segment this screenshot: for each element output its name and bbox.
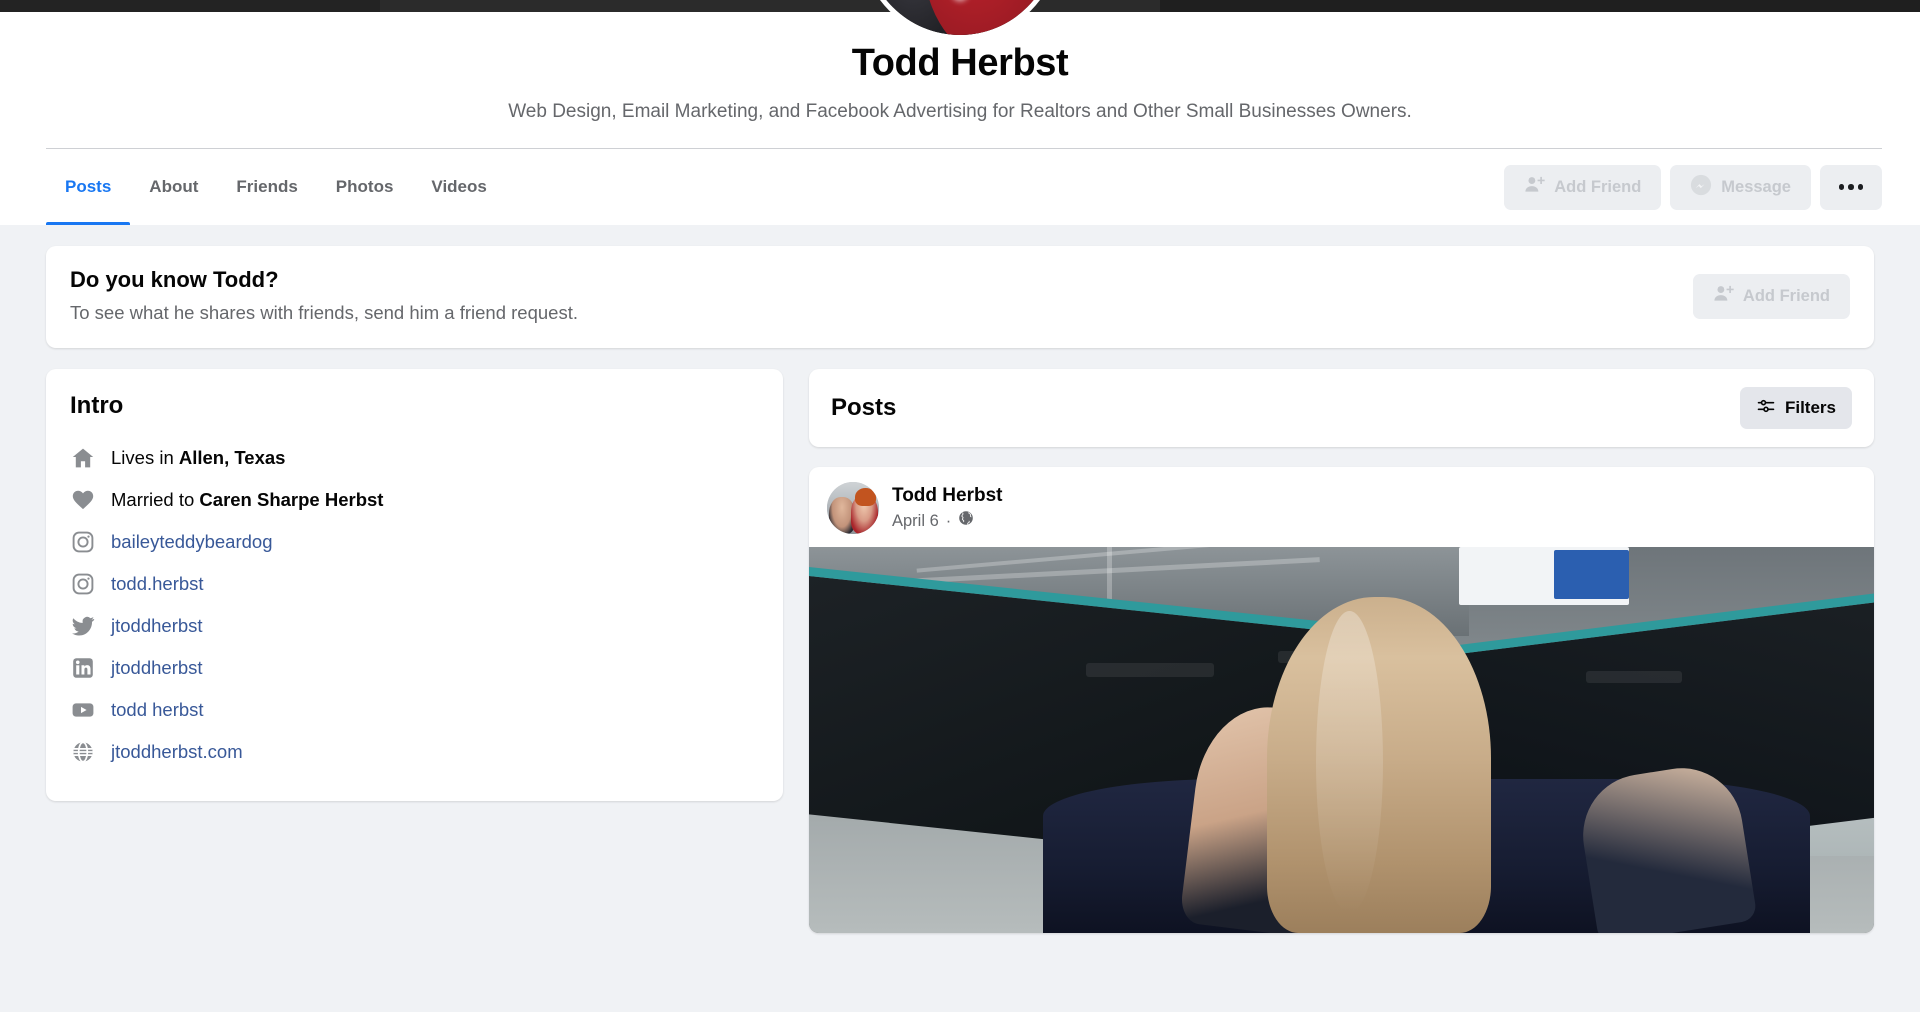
profile-photo[interactable] (860, 0, 1060, 40)
instagram-icon (70, 529, 96, 555)
intro-item-youtube: todd herbst (70, 689, 759, 731)
post-image-cap-detail (1085, 662, 1214, 677)
intro-link-website[interactable]: jtoddherbst.com (111, 739, 243, 765)
intro-item-text: Lives in Allen, Texas (111, 445, 285, 471)
tab-posts-label: Posts (65, 177, 112, 196)
intro-link-linkedin[interactable]: jtoddherbst (111, 655, 203, 681)
right-column: Posts Filters Todd Herbst April 6 · (809, 369, 1874, 933)
intro-item-text: Married to Caren Sharpe Herbst (111, 487, 383, 513)
avatar[interactable] (827, 482, 879, 534)
post-image[interactable] (809, 547, 1874, 933)
more-options-button[interactable] (1820, 164, 1882, 210)
know-card-add-friend-button[interactable]: Add Friend (1692, 273, 1850, 319)
more-horizontal-icon (1838, 184, 1864, 190)
tab-about[interactable]: About (130, 149, 217, 225)
posts-section-title: Posts (831, 394, 897, 421)
post-header: Todd Herbst April 6 · (809, 467, 1874, 547)
profile-tabs: Posts About Friends Photos Videos (46, 149, 506, 225)
post-metadata: April 6 · (892, 508, 1002, 532)
know-person-title: Do you know Todd? (70, 267, 279, 292)
add-friend-icon (1524, 174, 1545, 200)
profile-action-buttons: Add Friend Message (1504, 164, 1882, 210)
post-date[interactable]: April 6 (892, 510, 939, 532)
add-friend-icon (1713, 283, 1734, 309)
intro-title: Intro (70, 392, 124, 419)
know-card-add-friend-label: Add Friend (1742, 286, 1830, 305)
filters-icon (1756, 396, 1776, 421)
profile-body: Do you know Todd? To see what he shares … (22, 246, 1898, 933)
profile-nav: Posts About Friends Photos Videos Add Fr… (46, 149, 1882, 225)
tab-photos[interactable]: Photos (317, 149, 413, 225)
know-person-subtitle: To see what he shares with friends, send… (70, 302, 578, 323)
post-image-hair (1266, 597, 1491, 933)
intro-item-married-to: Married to Caren Sharpe Herbst (70, 479, 759, 521)
profile-photo-image (865, 0, 1055, 35)
post-image-cap-detail (1586, 670, 1683, 683)
intro-prefix: Lives in (111, 447, 179, 468)
tab-photos-label: Photos (335, 177, 394, 196)
post-image-sign (1458, 547, 1630, 605)
instagram-icon (70, 571, 96, 597)
tab-about-label: About (149, 177, 199, 196)
add-friend-button[interactable]: Add Friend (1504, 164, 1662, 210)
public-globe-icon[interactable] (958, 510, 974, 532)
youtube-icon (70, 697, 96, 723)
filters-label: Filters (1784, 398, 1836, 417)
avatar-person-right-hair (855, 488, 876, 506)
posts-header-card: Posts Filters (809, 369, 1874, 447)
messenger-icon (1690, 174, 1712, 201)
intro-item-instagram-todd: todd.herbst (70, 563, 759, 605)
intro-item-lives-in: Lives in Allen, Texas (70, 437, 759, 479)
intro-prefix: Married to (111, 489, 200, 510)
post-image-ceiling-beam (1107, 547, 1113, 602)
know-person-card: Do you know Todd? To see what he shares … (46, 246, 1874, 348)
tab-videos-label: Videos (431, 177, 487, 196)
message-label: Message (1721, 177, 1791, 196)
tab-friends[interactable]: Friends (217, 149, 316, 225)
intro-value: Allen, Texas (178, 447, 286, 468)
add-friend-label: Add Friend (1554, 177, 1642, 196)
intro-link-instagram-bailey[interactable]: baileyteddybeardog (111, 529, 273, 555)
intro-link-instagram-todd[interactable]: todd.herbst (111, 571, 204, 597)
twitter-icon (70, 613, 96, 639)
know-person-text: Do you know Todd? To see what he shares … (70, 266, 578, 326)
intro-item-instagram-bailey: baileyteddybeardog (70, 521, 759, 563)
post-header-text: Todd Herbst April 6 · (892, 484, 1002, 532)
filters-button[interactable]: Filters (1739, 387, 1852, 429)
left-column: Intro Lives in Allen, Texas Married to C… (46, 369, 783, 801)
post-author-name[interactable]: Todd Herbst (892, 484, 1002, 508)
website-icon (70, 739, 96, 765)
intro-link-twitter[interactable]: jtoddherbst (111, 613, 203, 639)
intro-item-twitter: jtoddherbst (70, 605, 759, 647)
intro-value: Caren Sharpe Herbst (199, 489, 384, 510)
home-icon (70, 445, 96, 471)
tab-friends-label: Friends (236, 177, 298, 196)
intro-link-youtube[interactable]: todd herbst (111, 697, 204, 723)
linkedin-icon (70, 655, 96, 681)
cover-photo-strip (0, 0, 1920, 40)
profile-header: Todd Herbst Web Design, Email Marketing,… (0, 12, 1920, 225)
intro-item-website: jtoddherbst.com (70, 731, 759, 773)
tab-posts[interactable]: Posts (46, 149, 131, 225)
profile-columns: Intro Lives in Allen, Texas Married to C… (46, 369, 1874, 933)
profile-bio: Web Design, Email Marketing, and Faceboo… (508, 101, 1412, 122)
post-meta-separator: · (945, 512, 952, 530)
intro-item-linkedin: jtoddherbst (70, 647, 759, 689)
intro-card: Intro Lives in Allen, Texas Married to C… (46, 369, 783, 801)
message-button[interactable]: Message (1670, 164, 1811, 210)
tab-videos[interactable]: Videos (412, 149, 505, 225)
post-card: Todd Herbst April 6 · (809, 467, 1874, 933)
heart-icon (70, 487, 96, 513)
